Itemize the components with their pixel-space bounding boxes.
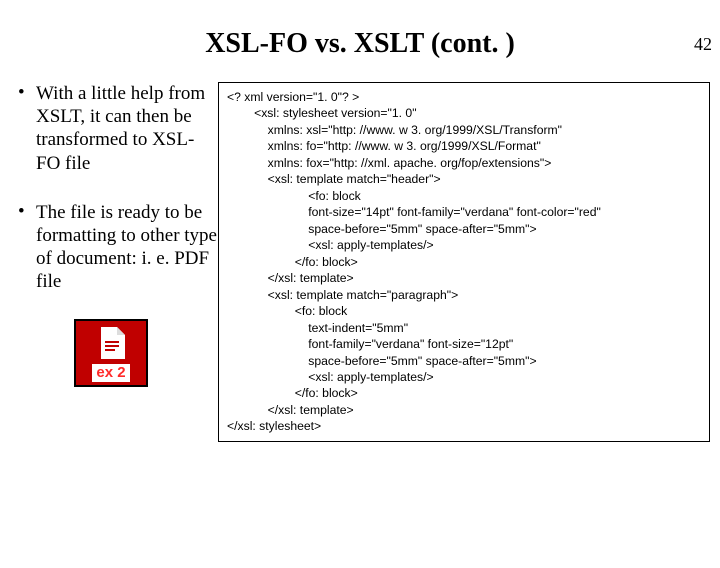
bullet-dot-icon: •	[18, 201, 36, 294]
content-area: • With a little help from XSLT, it can t…	[0, 82, 720, 442]
left-column: • With a little help from XSLT, it can t…	[18, 82, 218, 442]
bullet-item: • The file is ready to be formatting to …	[18, 201, 218, 294]
bullet-text: With a little help from XSLT, it can the…	[36, 82, 218, 175]
example-badge: ex 2	[74, 319, 148, 387]
bullet-text: The file is ready to be formatting to ot…	[36, 201, 218, 294]
example-badge-label: ex 2	[92, 364, 129, 381]
example-badge-container: ex 2	[74, 319, 218, 387]
slide-title: XSL-FO vs. XSLT (cont. )	[0, 28, 720, 60]
bullet-item: • With a little help from XSLT, it can t…	[18, 82, 218, 175]
page-number: 42	[694, 34, 712, 55]
bullet-dot-icon: •	[18, 82, 36, 175]
document-icon	[97, 327, 125, 359]
code-block: <? xml version="1. 0"? > <xsl: styleshee…	[218, 82, 710, 442]
